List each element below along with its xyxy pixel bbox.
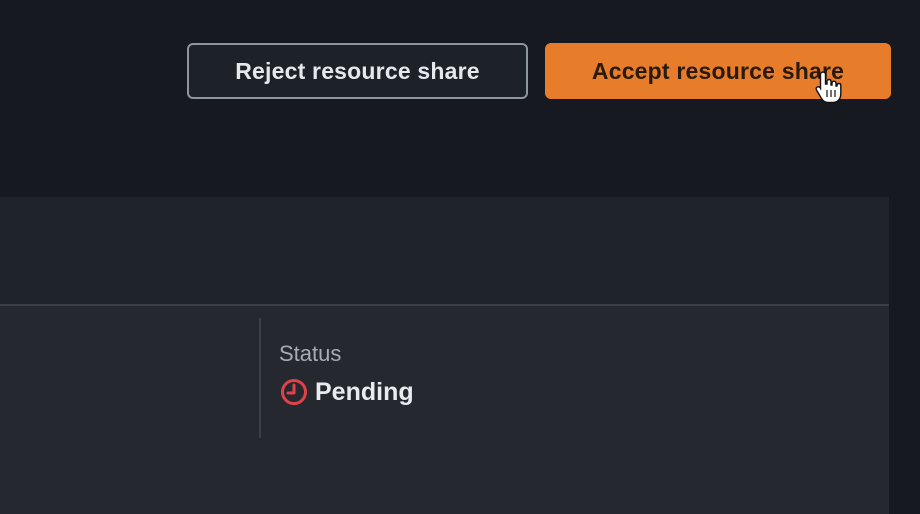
column-divider — [259, 318, 261, 438]
details-panel-header — [0, 197, 889, 306]
pending-clock-icon — [281, 379, 307, 405]
header-actions: Reject resource share Accept resource sh… — [187, 43, 891, 99]
resource-share-page: Reject resource share Accept resource sh… — [0, 0, 920, 514]
status-value: Pending — [279, 377, 414, 407]
reject-resource-share-button[interactable]: Reject resource share — [187, 43, 528, 99]
hand-pointer-icon — [815, 71, 842, 104]
status-text: Pending — [315, 377, 414, 406]
status-field: Status Pending — [279, 341, 414, 407]
status-label: Status — [279, 341, 342, 366]
details-panel-body: Status Pending — [0, 306, 889, 514]
details-panel: Status Pending — [0, 197, 889, 514]
